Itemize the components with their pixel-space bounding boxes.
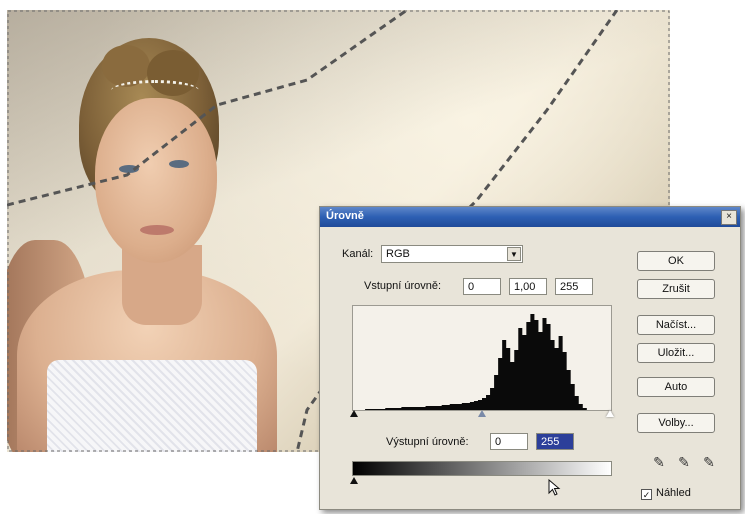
cancel-button[interactable]: Zrušit [637, 279, 715, 299]
save-button[interactable]: Uložit... [637, 343, 715, 363]
dialog-title: Úrovně [326, 210, 364, 222]
mouse-cursor-icon [548, 479, 561, 496]
preview-label: Náhled [656, 487, 691, 499]
input-levels-label: Vstupní úrovně: [364, 280, 442, 292]
black-eyedropper-icon[interactable]: ✎ [650, 453, 668, 471]
chevron-down-icon[interactable]: ▼ [507, 247, 521, 261]
preview-checkbox[interactable]: ✓ [641, 489, 652, 500]
auto-button[interactable]: Auto [637, 377, 715, 397]
output-black-slider[interactable] [350, 477, 358, 484]
white-eyedropper-icon[interactable]: ✎ [700, 453, 718, 471]
close-icon[interactable]: × [721, 210, 737, 225]
load-button[interactable]: Načíst... [637, 315, 715, 335]
channel-value: RGB [386, 248, 410, 260]
output-white-field[interactable]: 255 [536, 433, 574, 450]
options-button[interactable]: Volby... [637, 413, 715, 433]
output-levels-label: Výstupní úrovně: [386, 436, 469, 448]
output-black-field[interactable]: 0 [490, 433, 528, 450]
ok-button[interactable]: OK [637, 251, 715, 271]
channel-select[interactable]: RGB ▼ [381, 245, 523, 263]
input-black-slider[interactable] [350, 410, 358, 417]
input-black-field[interactable]: 0 [463, 278, 501, 295]
input-gamma-slider[interactable] [478, 410, 486, 417]
histogram-area [353, 314, 611, 410]
histogram [352, 305, 612, 411]
histogram-graph [353, 314, 611, 410]
input-white-slider[interactable] [606, 410, 614, 417]
channel-label: Kanál: [342, 248, 374, 260]
input-white-field[interactable]: 255 [555, 278, 593, 295]
output-gradient-bar [352, 461, 612, 476]
levels-dialog[interactable]: Úrovně × Kanál: RGB ▼ Vstupní úrovně: 0 … [319, 206, 741, 510]
gray-eyedropper-icon[interactable]: ✎ [675, 453, 693, 471]
input-gamma-field[interactable]: 1,00 [509, 278, 547, 295]
dialog-titlebar[interactable]: Úrovně × [320, 207, 740, 227]
